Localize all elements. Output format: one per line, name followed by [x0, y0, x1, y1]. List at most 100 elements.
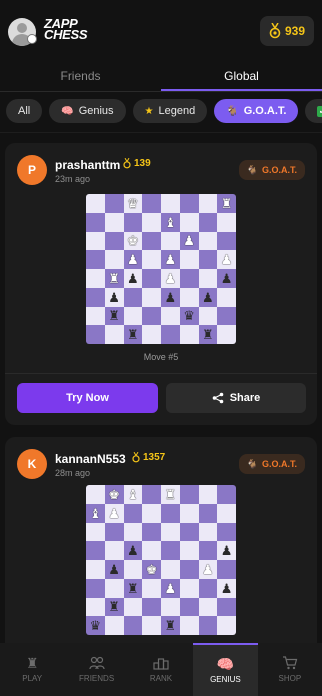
- board-square[interactable]: ♟: [123, 250, 143, 269]
- board-square[interactable]: [142, 194, 161, 213]
- filter-genius[interactable]: 🧠 Genius: [49, 99, 126, 123]
- board-square[interactable]: [198, 541, 218, 560]
- board-square[interactable]: [161, 541, 180, 560]
- board-square[interactable]: [217, 485, 236, 504]
- board-square[interactable]: ♛: [179, 306, 199, 326]
- board-square[interactable]: ♜: [123, 578, 143, 598]
- user-avatar[interactable]: P: [17, 155, 47, 185]
- board-square[interactable]: ♟: [104, 287, 124, 307]
- board-square[interactable]: [217, 287, 236, 307]
- board-square[interactable]: [142, 485, 161, 504]
- board-square[interactable]: ♜: [104, 306, 124, 326]
- board-square[interactable]: [104, 250, 124, 269]
- board-square[interactable]: [104, 194, 124, 213]
- board-square[interactable]: [179, 597, 199, 617]
- board-square[interactable]: [142, 306, 161, 326]
- filter-next[interactable]: ✓ S: [305, 99, 322, 123]
- tab-global[interactable]: Global: [161, 62, 322, 91]
- board-square[interactable]: [86, 212, 105, 232]
- board-square[interactable]: ♟: [217, 269, 236, 288]
- board-square[interactable]: ♟: [123, 269, 143, 288]
- board-square[interactable]: ♟: [198, 560, 218, 579]
- board-square[interactable]: [198, 194, 218, 213]
- board-square[interactable]: [104, 325, 124, 344]
- board-square[interactable]: [86, 485, 105, 504]
- board-square[interactable]: [161, 306, 180, 326]
- board-square[interactable]: [104, 231, 124, 251]
- board-square[interactable]: [86, 578, 105, 598]
- board-square[interactable]: [217, 306, 236, 326]
- board-square[interactable]: [198, 597, 218, 617]
- board-square[interactable]: [198, 503, 218, 523]
- board-square[interactable]: ♜: [198, 325, 218, 344]
- board-square[interactable]: [142, 597, 161, 617]
- board-square[interactable]: ♜: [104, 597, 124, 617]
- board-square[interactable]: [142, 503, 161, 523]
- board-square[interactable]: [142, 541, 161, 560]
- board-square[interactable]: [123, 503, 143, 523]
- board-square[interactable]: [104, 578, 124, 598]
- board-square[interactable]: ♟: [161, 269, 180, 288]
- board-square[interactable]: [86, 522, 105, 542]
- share-button[interactable]: Share: [166, 383, 306, 413]
- board-square[interactable]: ♟: [104, 503, 124, 523]
- filter-legend[interactable]: ★ Legend: [132, 99, 208, 123]
- board-square[interactable]: ♜: [161, 616, 180, 635]
- board-square[interactable]: ♜: [104, 269, 124, 288]
- board-square[interactable]: ♚: [123, 231, 143, 251]
- board-square[interactable]: ♟: [123, 541, 143, 560]
- board-square[interactable]: ♟: [161, 578, 180, 598]
- board-square[interactable]: ♜: [217, 194, 236, 213]
- board-square[interactable]: [198, 306, 218, 326]
- board-square[interactable]: [86, 560, 105, 579]
- nav-play[interactable]: ♜ PLAY: [0, 643, 64, 696]
- board-square[interactable]: [217, 325, 236, 344]
- board-square[interactable]: ♟: [217, 578, 236, 598]
- board-square[interactable]: [86, 306, 105, 326]
- board-square[interactable]: [123, 306, 143, 326]
- coin-balance[interactable]: 939: [260, 16, 314, 46]
- board-square[interactable]: ♜: [123, 325, 143, 344]
- board-square[interactable]: [161, 597, 180, 617]
- board-square[interactable]: ♟: [104, 560, 124, 579]
- board-square[interactable]: [198, 578, 218, 598]
- board-square[interactable]: [104, 616, 124, 635]
- board-square[interactable]: [179, 250, 199, 269]
- board-square[interactable]: [86, 250, 105, 269]
- board-square[interactable]: [217, 503, 236, 523]
- board-square[interactable]: [142, 325, 161, 344]
- board-square[interactable]: [179, 485, 199, 504]
- board-square[interactable]: [86, 231, 105, 251]
- board-square[interactable]: [104, 541, 124, 560]
- board-square[interactable]: ♟: [217, 541, 236, 560]
- board-square[interactable]: [198, 269, 218, 288]
- board-square[interactable]: [104, 212, 124, 232]
- username[interactable]: kannanN553: [55, 452, 126, 466]
- board-square[interactable]: [86, 269, 105, 288]
- chess-board[interactable]: ♛ ♜ ♝ ♚ ♟ ♟ ♟ ♟ ♜ ♟ ♟ ♟ ♟ ♟ ♟ ♜ ♛ ♜ ♜: [86, 194, 236, 344]
- board-square[interactable]: [123, 560, 143, 579]
- board-square[interactable]: [179, 287, 199, 307]
- board-square[interactable]: [104, 522, 124, 542]
- board-square[interactable]: [142, 578, 161, 598]
- board-square[interactable]: [142, 522, 161, 542]
- puzzle-feed[interactable]: P prashanttm 139 23m ago 🐐 G.O.A.T. ♛ ♜ ♝ ♚…: [0, 143, 322, 643]
- try-now-button[interactable]: Try Now: [17, 383, 158, 413]
- board-square[interactable]: ♜: [161, 485, 180, 504]
- board-square[interactable]: [179, 194, 199, 213]
- board-square[interactable]: [86, 597, 105, 617]
- board-square[interactable]: [142, 269, 161, 288]
- tab-friends[interactable]: Friends: [0, 62, 161, 91]
- board-square[interactable]: [179, 325, 199, 344]
- board-square[interactable]: [123, 212, 143, 232]
- board-square[interactable]: [179, 522, 199, 542]
- board-square[interactable]: ♟: [161, 287, 180, 307]
- board-square[interactable]: [142, 212, 161, 232]
- board-square[interactable]: [161, 503, 180, 523]
- board-square[interactable]: [86, 541, 105, 560]
- board-square[interactable]: [142, 231, 161, 251]
- board-square[interactable]: [217, 522, 236, 542]
- board-square[interactable]: [179, 578, 199, 598]
- nav-friends[interactable]: FRIENDS: [64, 643, 128, 696]
- nav-rank[interactable]: RANK: [129, 643, 193, 696]
